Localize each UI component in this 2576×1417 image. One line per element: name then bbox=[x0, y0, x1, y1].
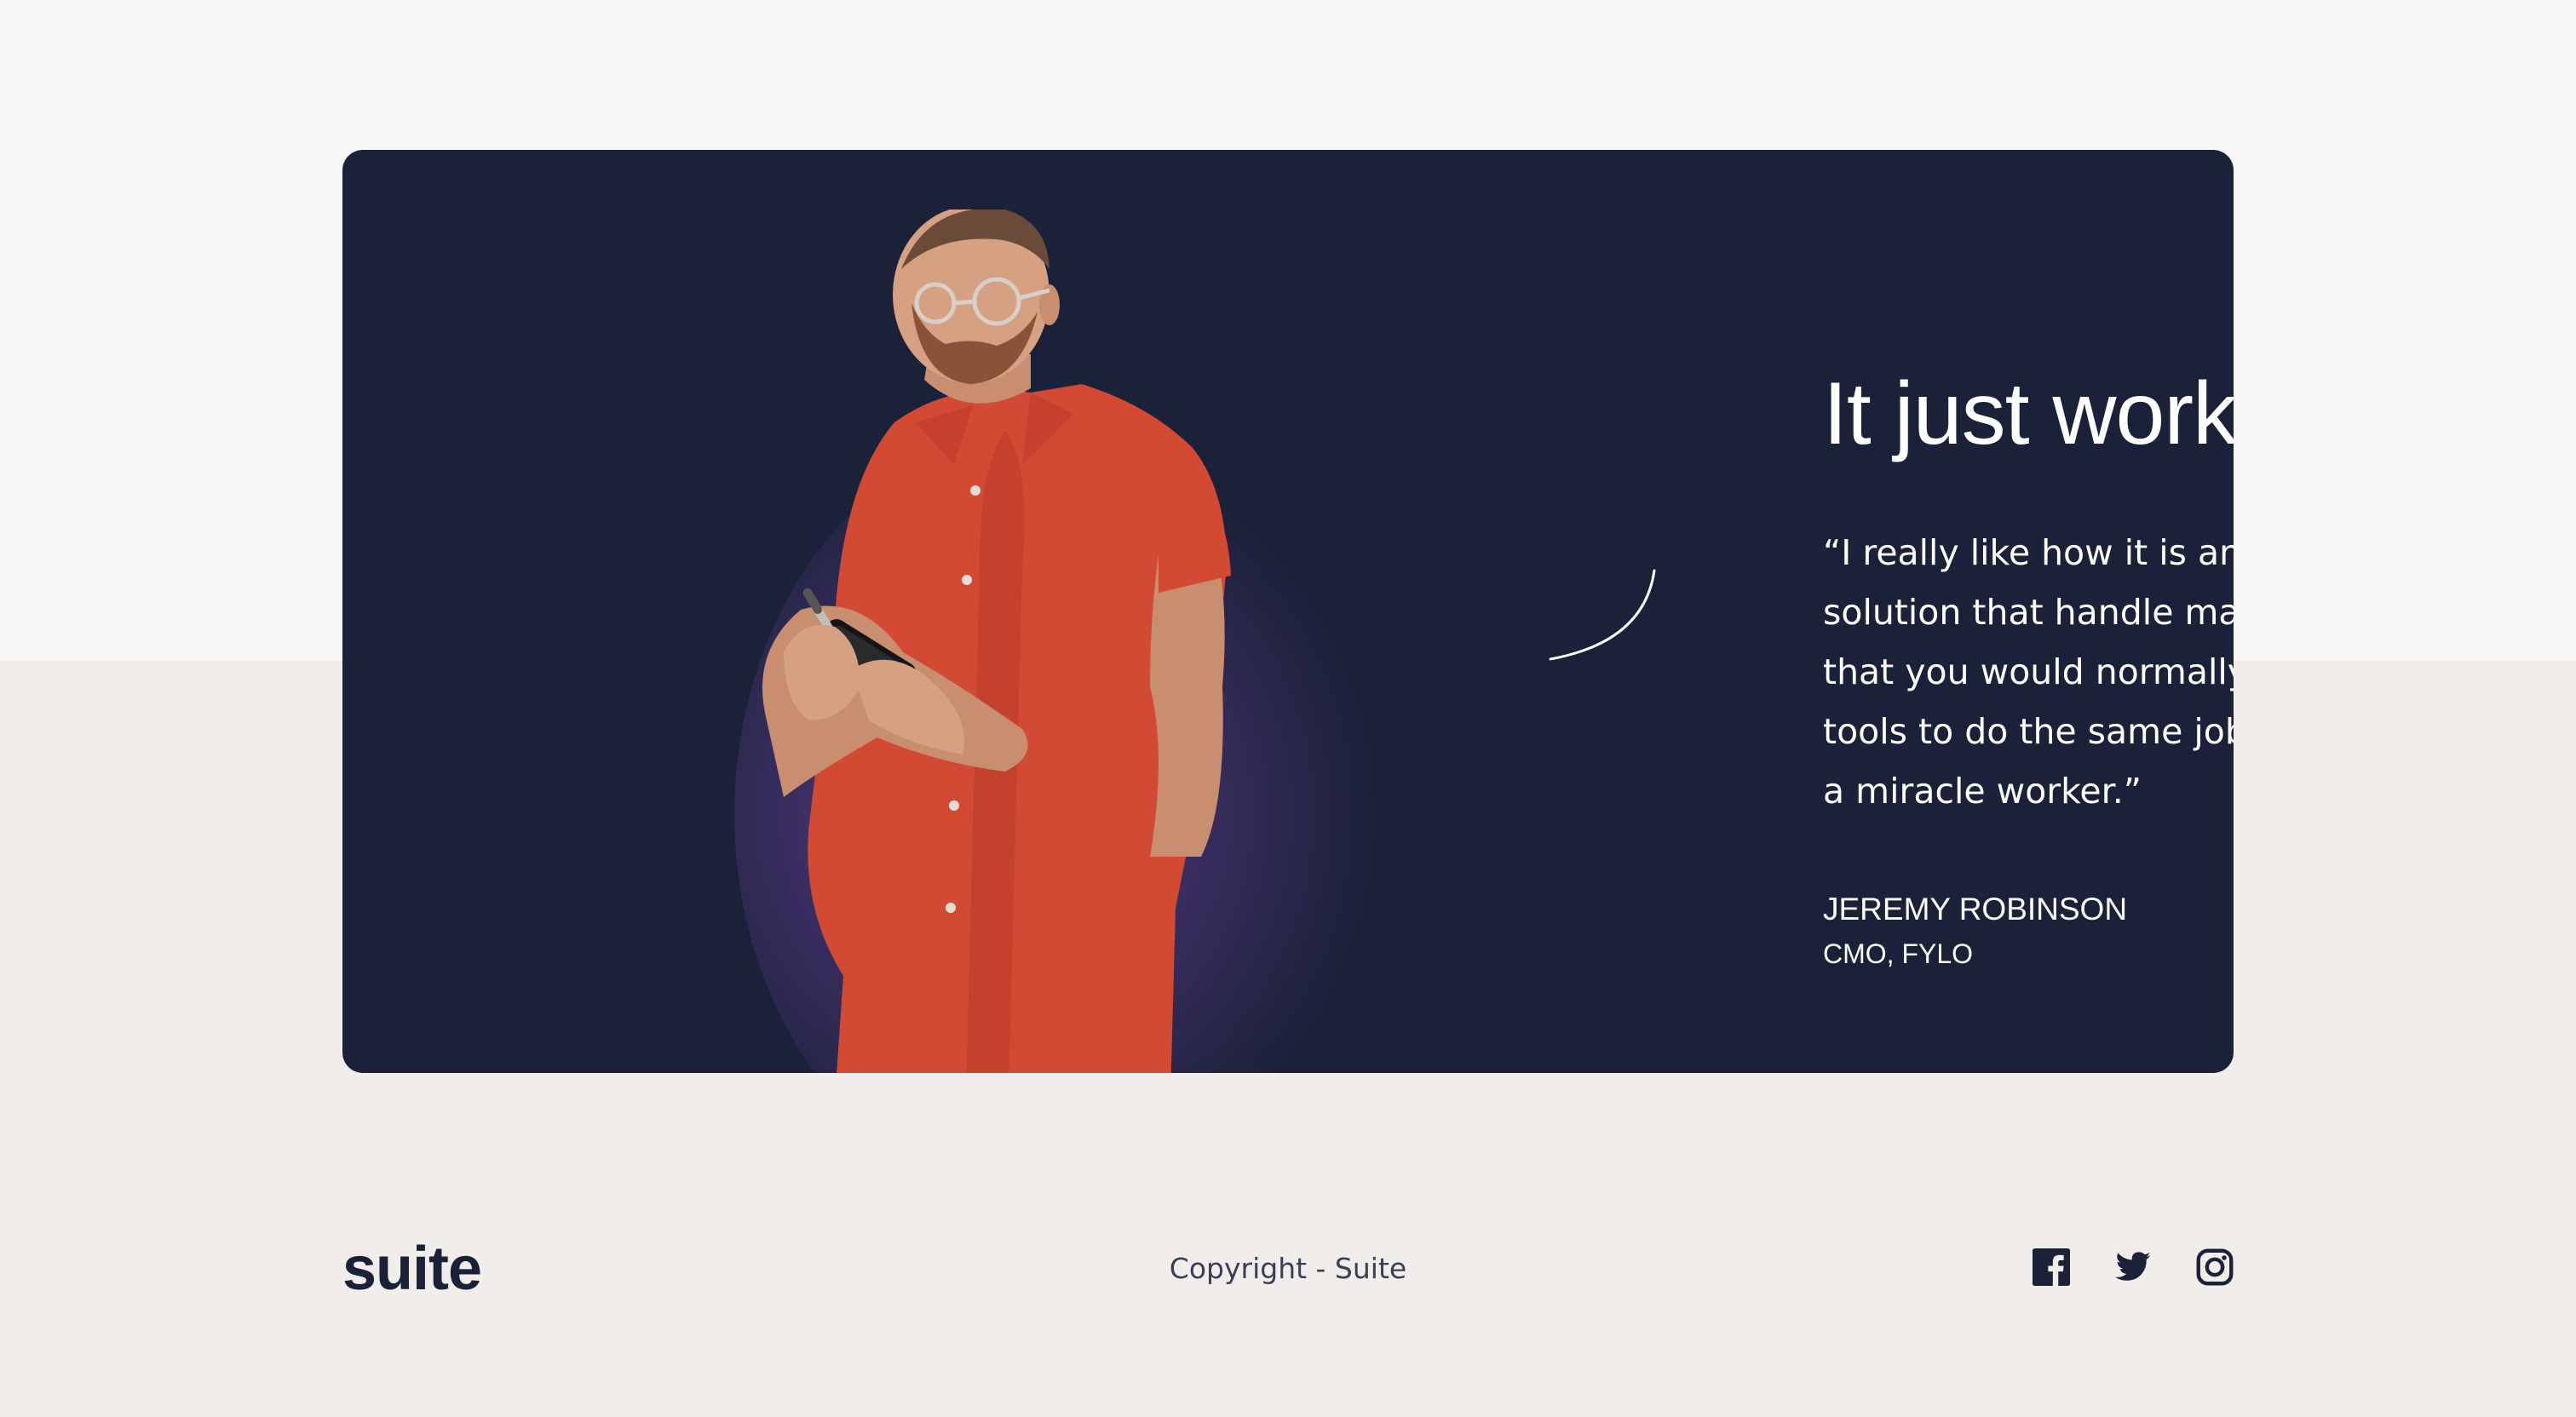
testimonial-card: It just works. “I really like how it is … bbox=[342, 150, 2234, 1073]
decorative-curve bbox=[1549, 569, 1656, 661]
social-links bbox=[2033, 1248, 2234, 1286]
testimonial-person-photo bbox=[762, 209, 1231, 1073]
author-role: CMO, FYLO bbox=[1823, 938, 1974, 969]
testimonial-content: It just works. “I really like how it is … bbox=[1823, 354, 2234, 972]
copyright-text: Copyright - Suite bbox=[1169, 1252, 1407, 1285]
site-footer: suite Copyright - Suite bbox=[342, 1226, 2234, 1320]
testimonial-headline: It just works. bbox=[1823, 364, 2234, 463]
instagram-icon[interactable] bbox=[2196, 1248, 2234, 1286]
author-name: JEREMY ROBINSON bbox=[1823, 892, 2128, 926]
twitter-icon[interactable] bbox=[2114, 1248, 2152, 1286]
facebook-icon[interactable] bbox=[2033, 1248, 2070, 1286]
testimonial-quote: “I really like how it is an all-in-one s… bbox=[1823, 532, 2234, 812]
